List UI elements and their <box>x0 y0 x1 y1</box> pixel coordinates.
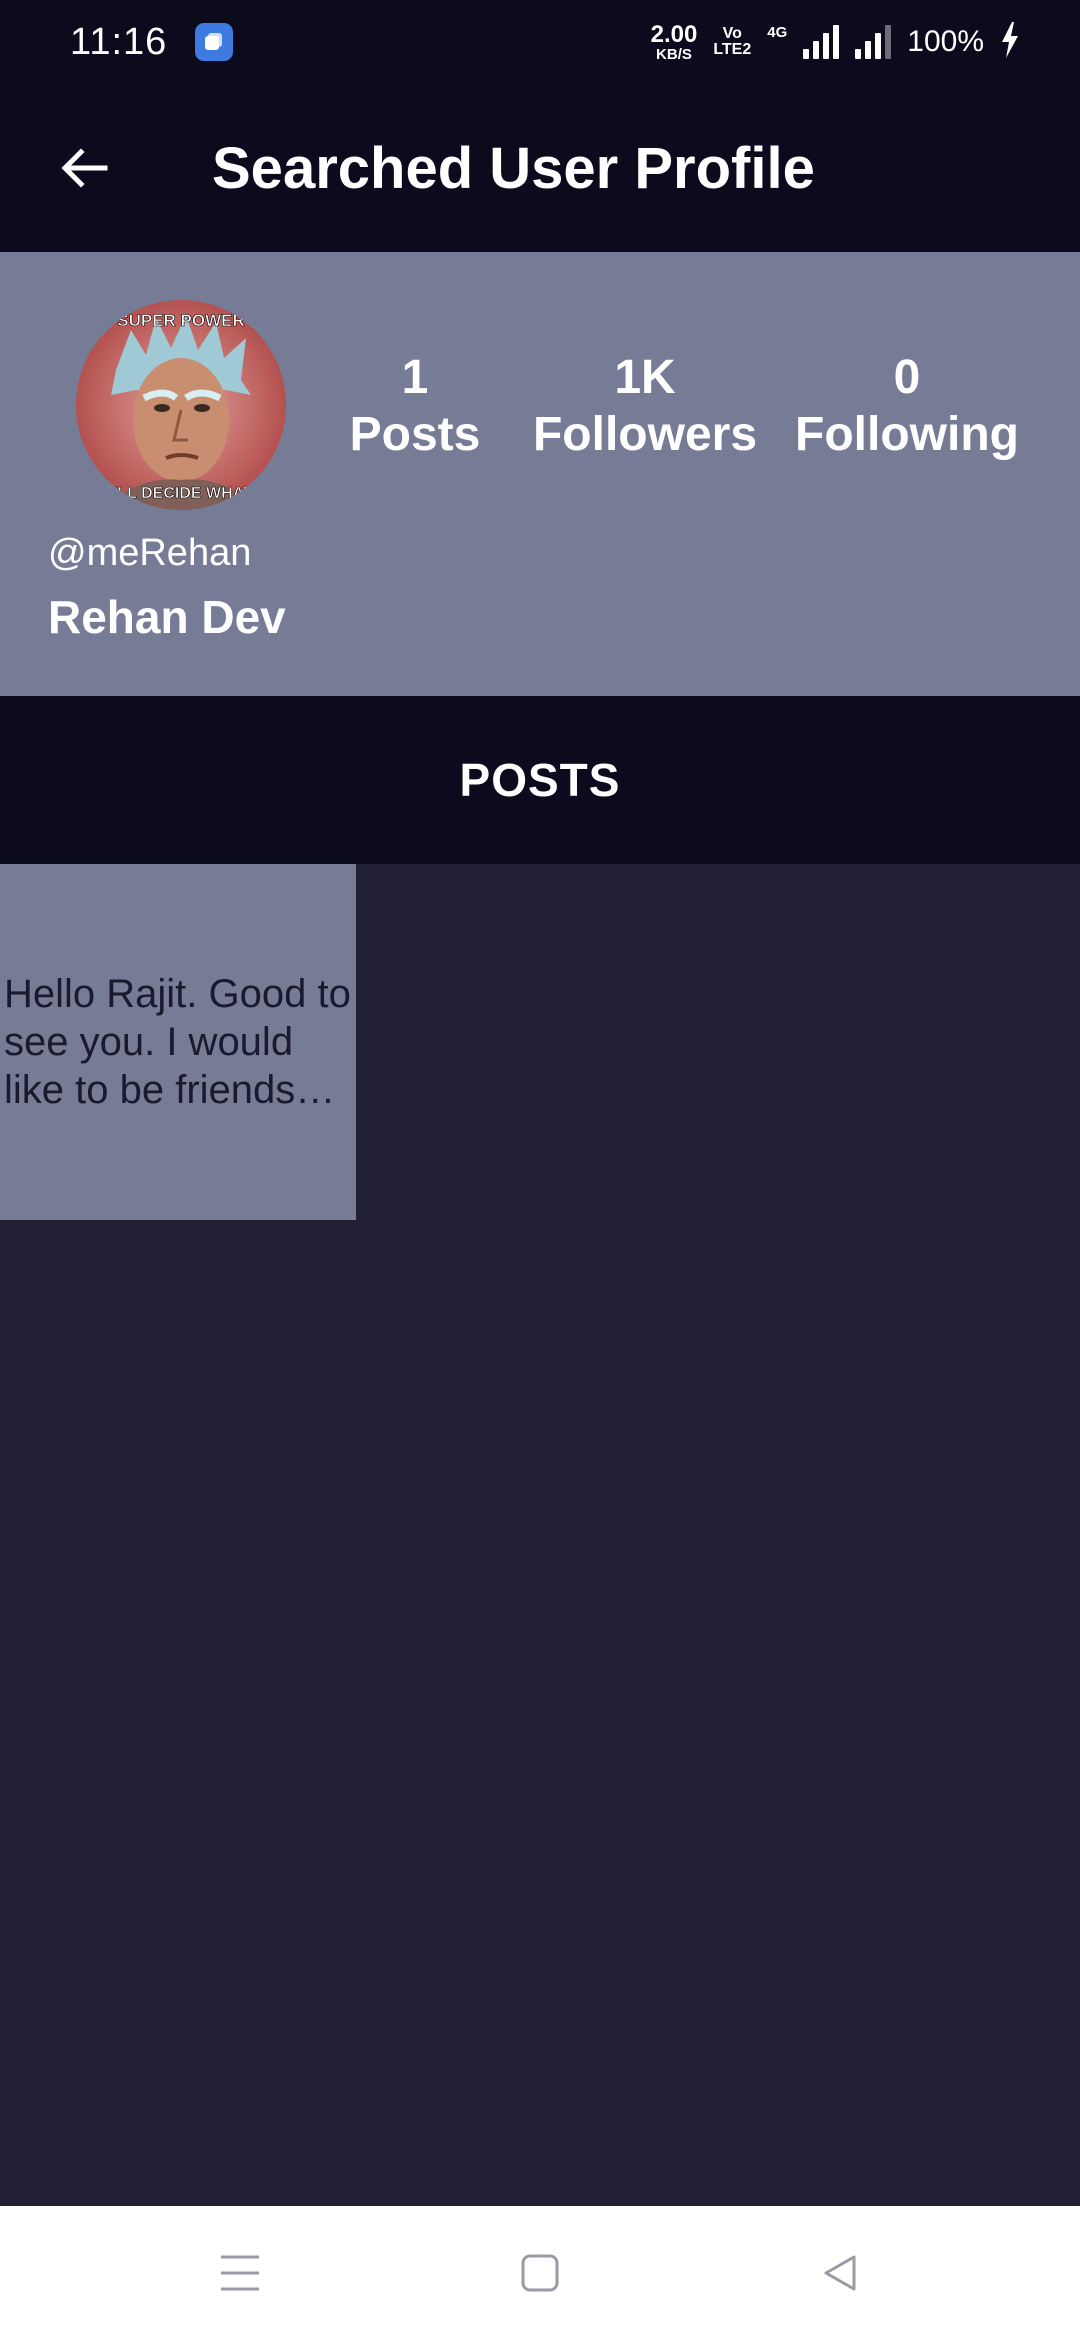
following-count: 0 <box>893 351 921 404</box>
status-left: 11:16 <box>70 20 234 64</box>
status-bar: 11:16 2.00 KB/S Vo LTE2 4G 100% <box>0 0 1080 84</box>
post-text: Hello Rajit. Good to see you. I would li… <box>4 972 351 1112</box>
avatar-caption-top: SUPER POWER <box>117 311 245 330</box>
signal-strength-icon-sim2 <box>855 25 892 59</box>
network-speed: 2.00 KB/S <box>650 20 698 63</box>
posts-tab-label: POSTS <box>459 754 621 806</box>
user-handle: @meRehan <box>48 532 252 574</box>
page-title: Searched User Profile <box>212 135 815 201</box>
app-bar: Searched User Profile <box>0 84 1080 252</box>
post-tile[interactable]: Hello Rajit. Good to see you. I would li… <box>0 864 356 1220</box>
signal-strength-icon-sim1 <box>803 25 840 59</box>
posts-label: Posts <box>349 407 481 461</box>
square-icon <box>521 2254 559 2292</box>
triangle-back-icon <box>824 2255 856 2291</box>
back-button[interactable] <box>40 123 130 213</box>
volte-indicator: Vo LTE2 <box>713 26 751 58</box>
avatar-caption-bottom: I'LL DECIDE WHAT <box>109 485 253 502</box>
posts-stat[interactable]: 1 Posts <box>330 350 500 463</box>
battery-level: 100% <box>907 25 984 58</box>
followers-count: 1K <box>614 351 676 404</box>
following-stat[interactable]: 0 Following <box>792 350 1022 463</box>
menu-icon <box>221 2255 259 2291</box>
network-speed-value: 2.00 <box>650 20 698 48</box>
arrow-back-icon <box>61 148 108 188</box>
volte-bottom: LTE2 <box>713 41 752 58</box>
posts-count: 1 <box>401 351 429 404</box>
home-button[interactable] <box>510 2243 570 2303</box>
network-speed-unit: KB/S <box>656 45 692 63</box>
avatar[interactable]: SUPER POWER I'LL DECIDE WHAT <box>76 300 286 510</box>
followers-label: Followers <box>532 407 758 461</box>
profile-header: SUPER POWER I'LL DECIDE WHAT 1 Posts 1K … <box>0 252 1080 696</box>
app-notification-icon <box>195 23 234 61</box>
system-navigation-bar <box>0 2206 1080 2340</box>
back-nav-button[interactable] <box>810 2243 870 2303</box>
volte-top: Vo <box>722 25 742 42</box>
posts-grid: Hello Rajit. Good to see you. I would li… <box>0 864 1080 2206</box>
charging-icon <box>1000 21 1020 63</box>
recents-button[interactable] <box>210 2243 270 2303</box>
status-time: 11:16 <box>70 20 168 63</box>
network-type: 4G <box>767 23 788 41</box>
posts-tab[interactable]: POSTS <box>0 696 1080 864</box>
status-right: 2.00 KB/S Vo LTE2 4G 100% <box>650 20 1020 63</box>
profile-stats: 1 Posts 1K Followers 0 Following <box>320 350 1080 463</box>
following-label: Following <box>795 407 1019 461</box>
followers-stat[interactable]: 1K Followers <box>520 350 770 463</box>
user-display-name: Rehan Dev <box>48 591 286 643</box>
